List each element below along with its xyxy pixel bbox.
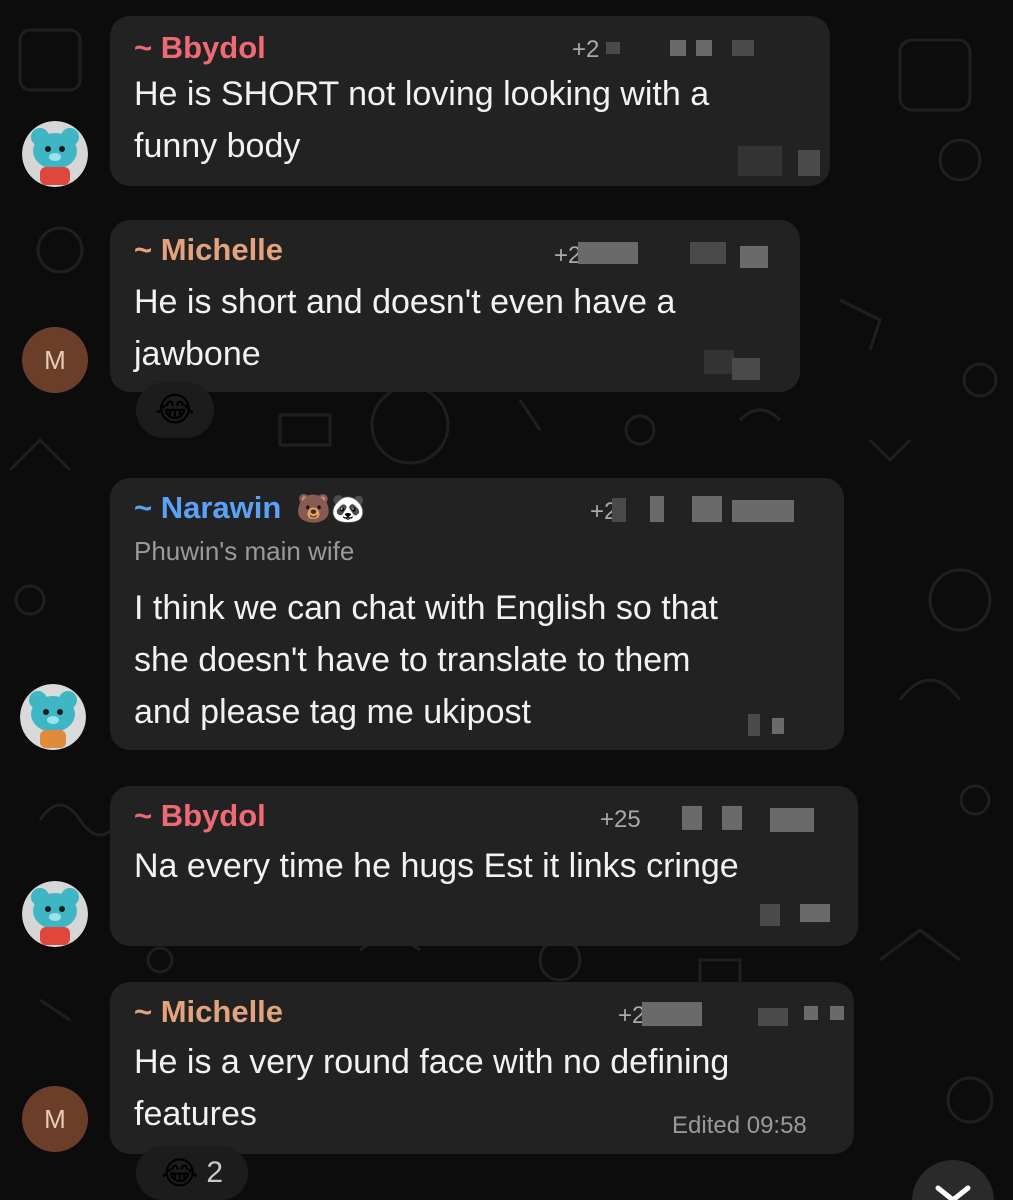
avatar-initial: M — [44, 344, 66, 375]
redacted-time — [704, 350, 734, 374]
close-x-icon — [935, 1185, 971, 1200]
reaction-count: 2 — [206, 1156, 224, 1189]
message-bubble[interactable]: ~ Bbydol +25 Na every time he hugs Est i… — [110, 786, 858, 946]
redacted-phone — [642, 1002, 702, 1026]
redacted-time — [732, 358, 760, 380]
sender-name[interactable]: ~ Michelle — [134, 232, 283, 268]
redacted-time — [760, 904, 780, 926]
redacted-phone — [732, 40, 754, 56]
redacted-phone — [682, 806, 702, 830]
bear-sticker-icon — [22, 121, 88, 187]
redacted-phone — [578, 242, 638, 264]
bear-sticker-icon — [20, 684, 86, 750]
sender-name[interactable]: ~ Bbydol — [134, 30, 266, 66]
sender-name[interactable]: ~ Michelle — [134, 994, 283, 1030]
redacted-phone — [770, 808, 814, 832]
redacted-phone — [612, 498, 626, 522]
bear-panda-emoji-icon: 🐻🐼 — [295, 493, 366, 524]
redacted-time — [800, 904, 830, 922]
redacted-phone — [732, 500, 794, 522]
redacted-phone — [722, 806, 742, 830]
sender-subtitle: Phuwin's main wife — [134, 536, 355, 566]
message-bubble[interactable]: ~ Narawin 🐻🐼 +2 Phuwin's main wife I thi… — [110, 478, 844, 750]
message-text: He is a very round face with no defining… — [134, 1043, 730, 1133]
message-bubble[interactable]: ~ Michelle +2 He is a very round face wi… — [110, 982, 854, 1154]
redacted-time — [738, 146, 782, 176]
message-text: He is SHORT not loving looking with a fu… — [134, 75, 710, 165]
redacted-phone — [804, 1006, 818, 1020]
redacted-phone — [692, 496, 722, 522]
avatar-initial: M — [44, 1103, 66, 1134]
edited-timestamp: Edited 09:58 — [672, 1112, 807, 1139]
message-text: I think we can chat with English so that… — [134, 589, 718, 731]
message-text: Na every time he hugs Est it links cring… — [134, 847, 739, 885]
redacted-time — [798, 150, 820, 176]
reaction-chip[interactable]: 😂 — [136, 382, 214, 438]
scroll-to-bottom-button[interactable] — [912, 1160, 994, 1200]
tears-of-joy-emoji-icon: 😂 — [160, 1155, 199, 1191]
redacted-phone — [606, 42, 620, 54]
sender-phone: +25 — [600, 806, 641, 833]
message-bubble[interactable]: ~ Bbydol +2 He is SHORT not loving looki… — [110, 16, 830, 186]
sender-avatar[interactable] — [20, 684, 86, 750]
redacted-phone — [830, 1006, 844, 1020]
sender-avatar[interactable]: M — [22, 1086, 88, 1152]
sender-avatar[interactable] — [22, 121, 88, 187]
redacted-time — [772, 718, 784, 734]
bear-sticker-icon — [22, 881, 88, 947]
sender-avatar[interactable] — [22, 881, 88, 947]
redacted-phone — [758, 1008, 788, 1026]
message-text: He is short and doesn't even have a jawb… — [134, 283, 676, 373]
redacted-phone — [670, 40, 686, 56]
reaction-chip[interactable]: 😂 2 — [136, 1146, 248, 1200]
sender-avatar[interactable]: M — [22, 327, 88, 393]
tears-of-joy-emoji-icon: 😂 — [155, 391, 195, 429]
redacted-phone — [740, 246, 768, 268]
sender-phone: +2 — [572, 36, 600, 63]
redacted-phone — [690, 242, 726, 264]
message-bubble[interactable]: ~ Michelle +2 He is short and doesn't ev… — [110, 220, 800, 392]
sender-name[interactable]: ~ Narawin 🐻🐼 — [134, 490, 366, 526]
chat-view: ~ Bbydol +2 He is SHORT not loving looki… — [0, 0, 1013, 1200]
redacted-time — [748, 714, 760, 736]
redacted-phone — [650, 496, 664, 522]
sender-name[interactable]: ~ Bbydol — [134, 798, 266, 834]
redacted-phone — [696, 40, 712, 56]
